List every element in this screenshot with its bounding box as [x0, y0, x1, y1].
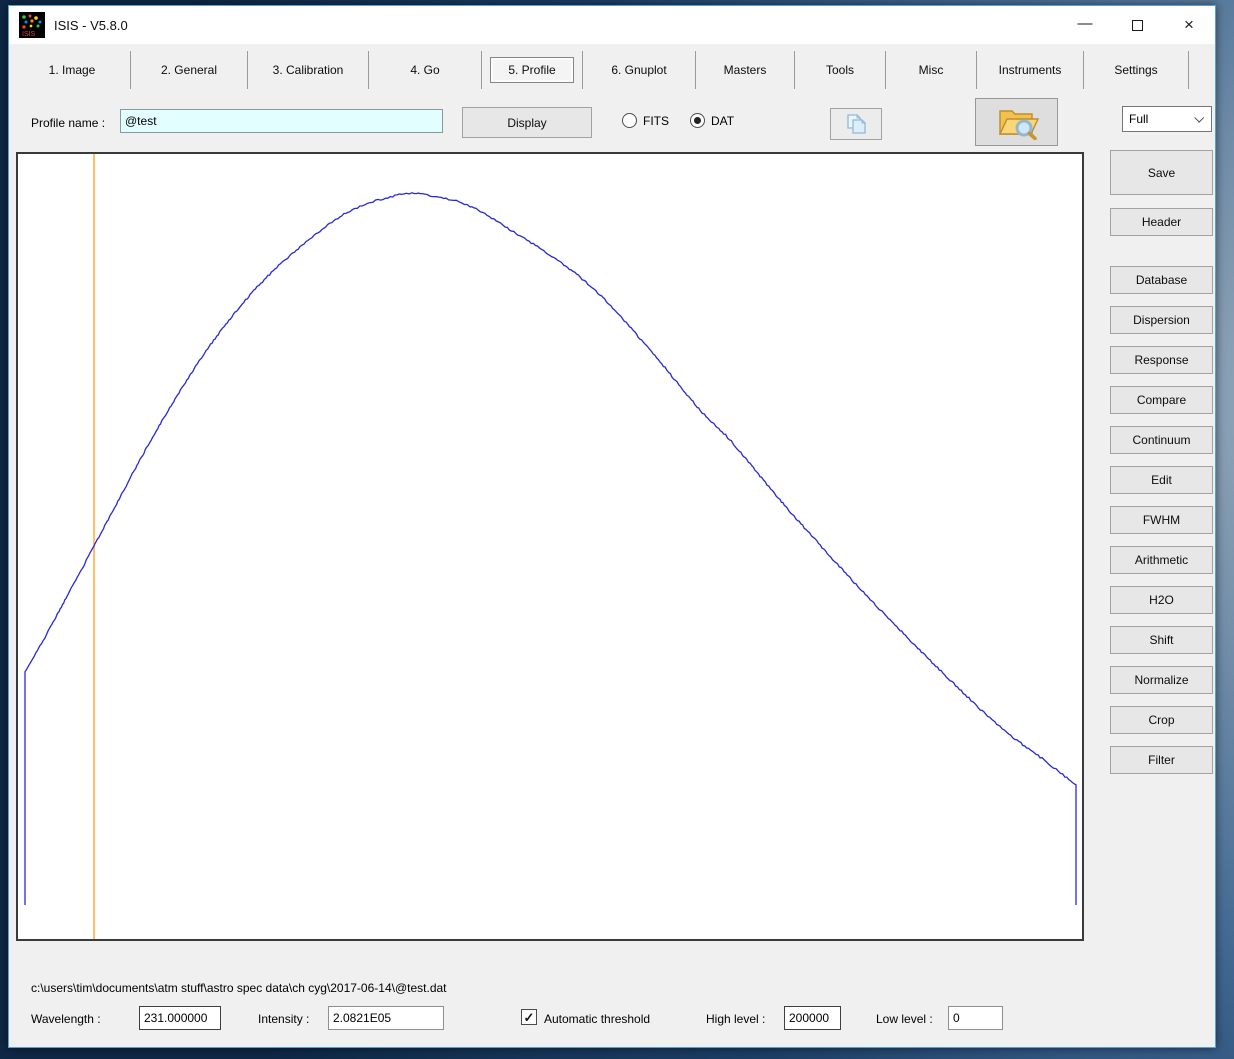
tab-instruments[interactable]: Instruments: [977, 45, 1083, 94]
tab-masters[interactable]: Masters: [696, 45, 794, 94]
window-controls: — ×: [1059, 6, 1215, 44]
close-icon: ×: [1184, 15, 1194, 35]
desktop-background: ISIS ISIS - V5.8.0 — × 1. Image 2. Genera…: [0, 0, 1234, 1059]
normalize-button[interactable]: Normalize: [1110, 666, 1213, 694]
maximize-icon: [1132, 20, 1143, 31]
shift-button[interactable]: Shift: [1110, 626, 1213, 654]
low-level-input[interactable]: [948, 1006, 1003, 1030]
view-select-value: Full: [1129, 112, 1148, 126]
intensity-input[interactable]: [328, 1006, 444, 1030]
filter-button[interactable]: Filter: [1110, 746, 1213, 774]
dispersion-button[interactable]: Dispersion: [1110, 306, 1213, 334]
window-title: ISIS - V5.8.0: [54, 18, 128, 33]
tab-label: Misc: [911, 58, 952, 82]
tab-1-image[interactable]: 1. Image: [14, 45, 130, 94]
tab-label: 5. Profile: [490, 57, 573, 83]
profile-name-input[interactable]: [120, 109, 443, 133]
radio-label: DAT: [711, 114, 734, 128]
crop-button[interactable]: Crop: [1110, 706, 1213, 734]
svg-text:ISIS: ISIS: [22, 31, 36, 38]
tab-label: Instruments: [991, 58, 1070, 82]
save-button[interactable]: Save: [1110, 150, 1213, 195]
profile-curve: [25, 193, 1076, 905]
display-button[interactable]: Display: [462, 107, 592, 138]
response-button[interactable]: Response: [1110, 346, 1213, 374]
high-level-label: High level :: [706, 1012, 765, 1026]
profile-plot[interactable]: [16, 152, 1084, 941]
file-path-text: c:\users\tim\documents\atm stuff\astro s…: [31, 981, 447, 995]
fwhm-button[interactable]: FWHM: [1110, 506, 1213, 534]
high-level-input[interactable]: [784, 1006, 841, 1030]
tab-label: 6. Gnuplot: [603, 58, 674, 82]
tab-misc[interactable]: Misc: [886, 45, 976, 94]
check-icon: ✓: [524, 1011, 535, 1024]
tab-label: 2. General: [153, 58, 225, 82]
h2o-button[interactable]: H2O: [1110, 586, 1213, 614]
tab-5-profile[interactable]: 5. Profile: [482, 45, 582, 94]
tab-3-calibration[interactable]: 3. Calibration: [248, 45, 368, 94]
wavelength-label: Wavelength :: [31, 1012, 101, 1026]
tab-separator: [1188, 51, 1189, 89]
close-button[interactable]: ×: [1163, 6, 1215, 44]
radio-circle-icon: [690, 113, 705, 128]
tab-2-general[interactable]: 2. General: [131, 45, 247, 94]
tab-label: 4. Go: [402, 58, 447, 82]
format-radio-group: FITS DAT: [622, 113, 755, 128]
maximize-button[interactable]: [1111, 6, 1163, 44]
app-icon: ISIS: [19, 12, 45, 38]
compare-button[interactable]: Compare: [1110, 386, 1213, 414]
auto-threshold-label: Automatic threshold: [544, 1012, 650, 1026]
intensity-label: Intensity :: [258, 1012, 309, 1026]
minimize-button[interactable]: —: [1059, 6, 1111, 44]
radio-dat[interactable]: DAT: [690, 113, 734, 128]
header-button[interactable]: Header: [1110, 208, 1213, 236]
wavelength-input[interactable]: [139, 1006, 221, 1030]
radio-label: FITS: [643, 114, 669, 128]
app-window: ISIS ISIS - V5.8.0 — × 1. Image 2. Genera…: [8, 5, 1216, 1048]
tab-label: Tools: [818, 58, 862, 82]
arithmetic-button[interactable]: Arithmetic: [1110, 546, 1213, 574]
folder-search-icon: [995, 104, 1039, 140]
tab-4-go[interactable]: 4. Go: [369, 45, 481, 94]
tab-label: 3. Calibration: [265, 58, 352, 82]
title-bar[interactable]: ISIS ISIS - V5.8.0 — ×: [9, 6, 1215, 44]
auto-threshold-checkbox[interactable]: ✓: [521, 1009, 537, 1025]
continuum-button[interactable]: Continuum: [1110, 426, 1213, 454]
tab-label: Settings: [1106, 58, 1165, 82]
profile-plot-canvas[interactable]: [18, 154, 1082, 939]
low-level-label: Low level :: [876, 1012, 933, 1026]
minimize-icon: —: [1078, 15, 1093, 32]
tab-6-gnuplot[interactable]: 6. Gnuplot: [583, 45, 695, 94]
tab-tools[interactable]: Tools: [795, 45, 885, 94]
radio-fits[interactable]: FITS: [622, 113, 669, 128]
edit-button[interactable]: Edit: [1110, 466, 1213, 494]
tab-bar: 1. Image 2. General 3. Calibration 4. Go 5. …: [11, 45, 1213, 94]
copy-documents-icon: [842, 112, 870, 136]
tab-settings[interactable]: Settings: [1084, 45, 1188, 94]
browse-button[interactable]: [975, 98, 1058, 146]
database-button[interactable]: Database: [1110, 266, 1213, 294]
copy-button[interactable]: [830, 108, 882, 140]
profile-name-label: Profile name :: [31, 116, 105, 130]
view-select[interactable]: Full: [1122, 106, 1212, 132]
tab-label: 1. Image: [41, 58, 104, 82]
radio-circle-icon: [622, 113, 637, 128]
tab-label: Masters: [716, 58, 775, 82]
chevron-down-icon: [1194, 113, 1204, 123]
